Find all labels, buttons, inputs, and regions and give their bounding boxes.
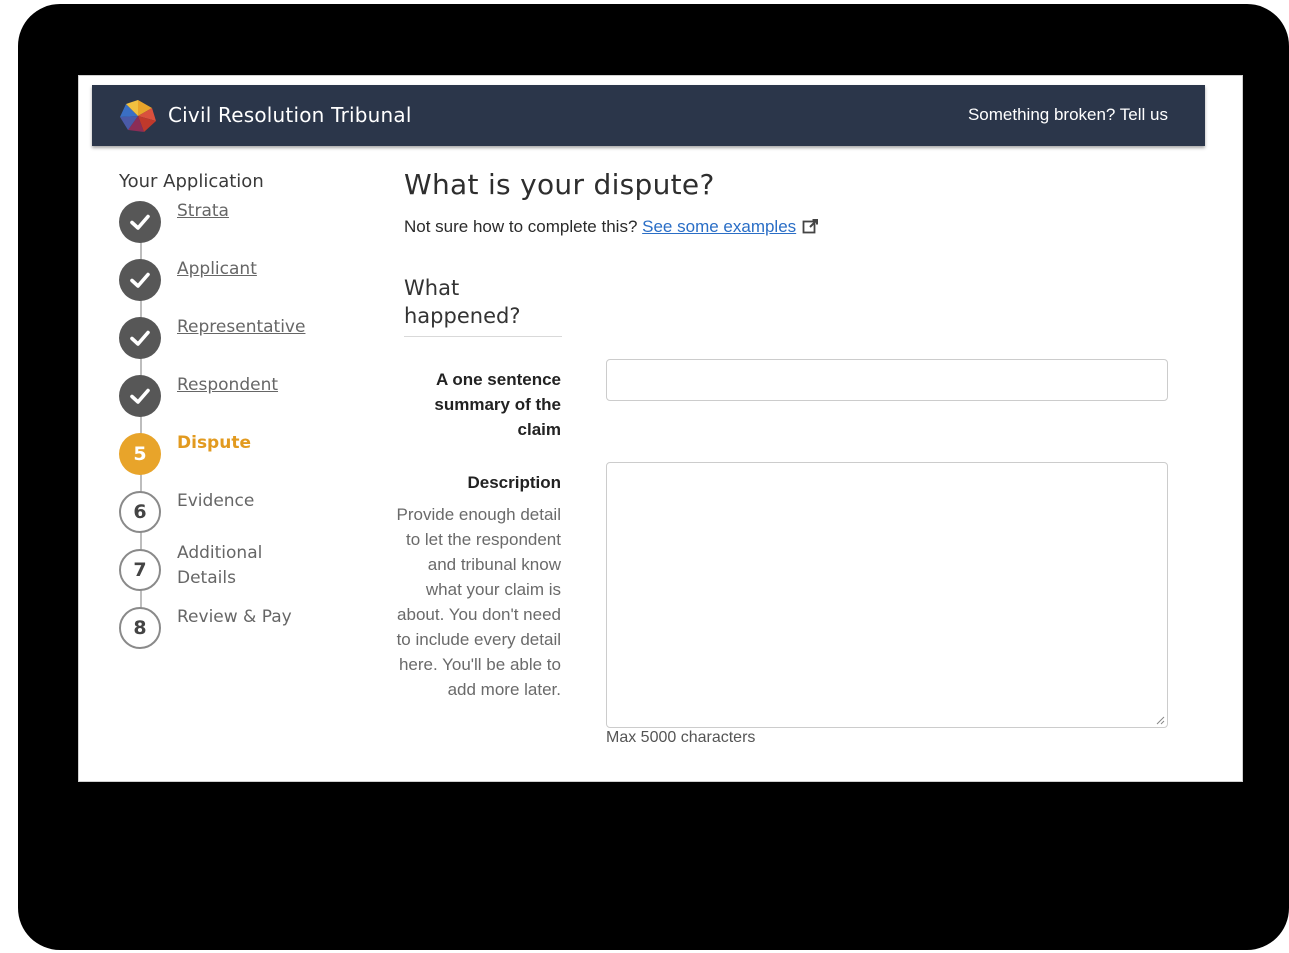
report-problem-link[interactable]: Something broken? Tell us: [968, 105, 1168, 125]
check-icon: [119, 375, 161, 417]
step-label-dispute: Dispute: [177, 433, 251, 453]
brand-name: Civil Resolution Tribunal: [168, 103, 412, 127]
page-title: What is your dispute?: [404, 168, 715, 201]
external-link-icon: [802, 219, 819, 234]
max-characters-note: Max 5000 characters: [606, 729, 756, 746]
step-label-respondent[interactable]: Respondent: [177, 373, 278, 398]
description-help-text: Provide enough detail to let the respond…: [396, 505, 561, 699]
top-navbar: Civil Resolution Tribunal Something brok…: [92, 85, 1205, 146]
resize-handle-icon[interactable]: [1155, 715, 1165, 725]
description-label: Description: [467, 473, 561, 492]
step-label-evidence: Evidence: [177, 491, 255, 511]
section-title: What happened?: [404, 274, 562, 337]
crt-logo-icon: [120, 100, 156, 132]
step-label-review-pay: Review & Pay: [177, 607, 292, 627]
step-label-applicant[interactable]: Applicant: [177, 257, 257, 282]
step-number-badge: 8: [119, 607, 161, 649]
step-label-additional-details: Additional Details: [177, 543, 263, 588]
description-textarea[interactable]: [606, 462, 1168, 728]
step-label-strata[interactable]: Strata: [177, 199, 229, 224]
step-number-badge: 6: [119, 491, 161, 533]
app-window: Civil Resolution Tribunal Something brok…: [78, 75, 1243, 782]
step-label-representative[interactable]: Representative: [177, 315, 305, 340]
help-text: Not sure how to complete this?: [404, 217, 638, 236]
examples-link[interactable]: See some examples: [642, 217, 796, 236]
sidebar-title: Your Application: [119, 171, 264, 192]
summary-label: A one sentence summary of the claim: [434, 370, 561, 439]
check-icon: [119, 259, 161, 301]
step-number-badge: 5: [119, 433, 161, 475]
application-steps: Strata Applicant Representative Responde…: [119, 201, 359, 661]
check-icon: [119, 317, 161, 359]
check-icon: [119, 201, 161, 243]
step-number-badge: 7: [119, 549, 161, 591]
help-line: Not sure how to complete this? See some …: [404, 217, 820, 237]
summary-input[interactable]: [606, 359, 1168, 401]
